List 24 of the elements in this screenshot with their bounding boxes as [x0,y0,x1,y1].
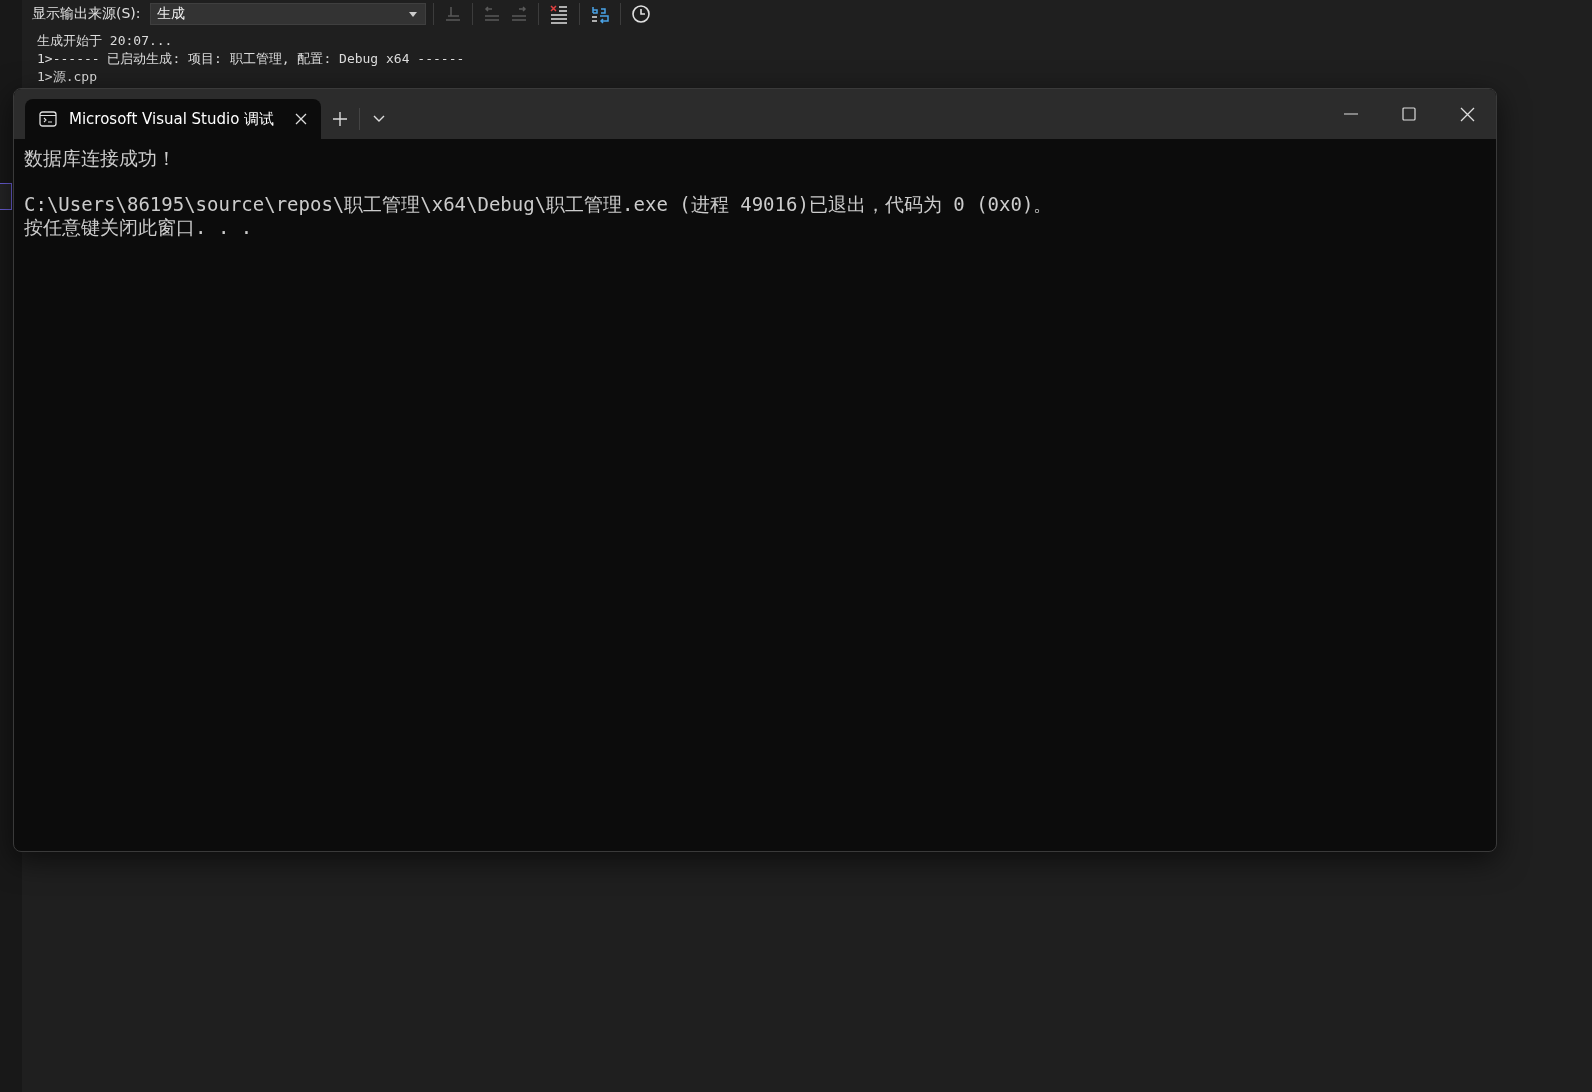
source-dropdown[interactable]: 生成 [149,3,426,25]
plus-icon [333,112,347,126]
word-wrap-icon [589,4,610,24]
source-label: 显示输出来源(S): [32,5,141,23]
close-icon [1459,106,1475,122]
output-line: 生成开始于 20:07... [37,32,174,50]
terminal-icon [39,111,57,127]
terminal-tab[interactable]: Microsoft Visual Studio 调试 [25,99,321,139]
minimize-icon [1344,113,1358,115]
clear-all-icon [548,4,569,24]
output-line: 1>源.cpp [37,68,98,86]
close-icon[interactable] [295,113,307,125]
maximize-icon [1402,107,1416,121]
chevron-down-icon [373,115,385,123]
console-line: 数据库连接成功！ [24,147,177,170]
selection-marker [0,183,12,210]
output-line: 1>------ 已启动生成: 项目: 职工管理, 配置: Debug x64 ------ [37,50,466,68]
tab-title: Microsoft Visual Studio 调试 [69,109,276,129]
console-line: C:\Users\86195\source\repos\职工管理\x64\Debug\职工管理.exe (进程 49016)已退出，代码为 0 (0x0)。 [24,193,1054,216]
arrow-right-lines-icon [509,5,528,23]
caret-icon [408,11,417,17]
arrow-left-lines-icon [482,5,501,23]
console-line: 按任意键关闭此窗口. . . [24,216,254,239]
clock-icon [630,4,651,24]
